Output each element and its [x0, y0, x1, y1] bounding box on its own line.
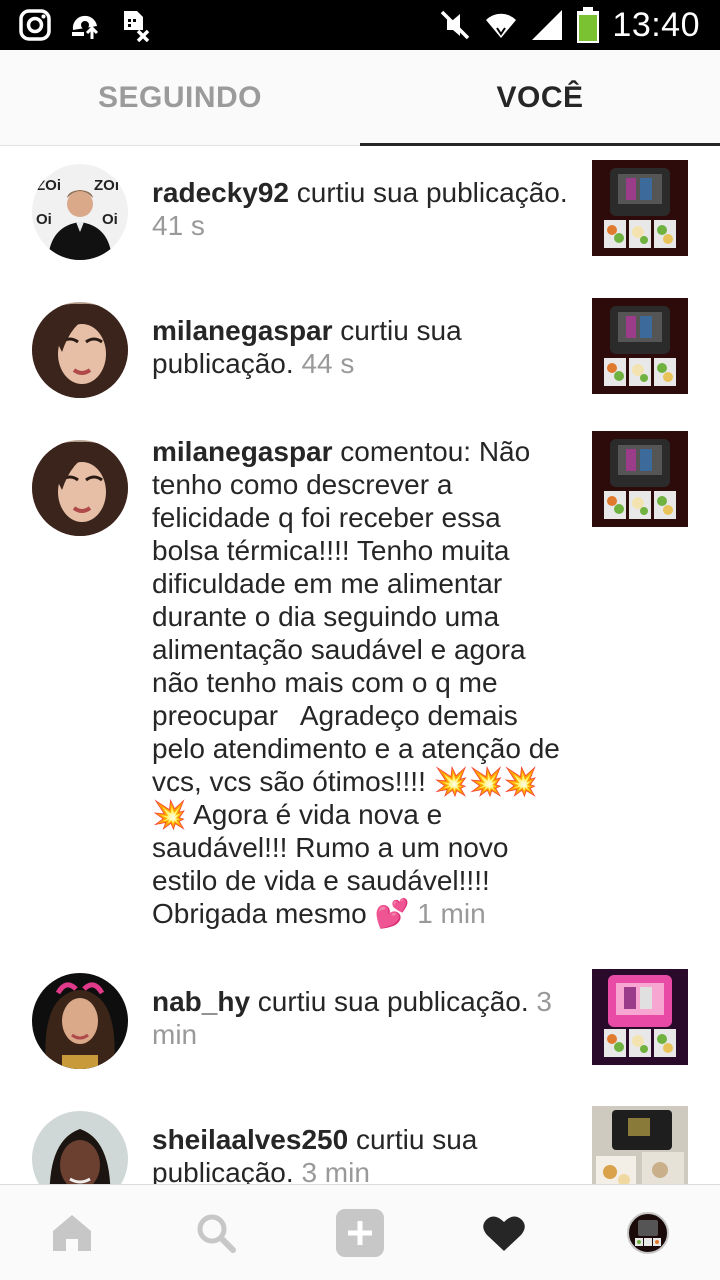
- active-tab-indicator: [360, 143, 720, 146]
- post-thumbnail[interactable]: [592, 1106, 688, 1184]
- activity-text: radecky92 curtiu sua publicação. 41 s: [152, 176, 572, 242]
- username[interactable]: milanegaspar: [152, 436, 333, 467]
- clock: 13:40: [612, 5, 700, 44]
- svg-text:ZOi: ZOi: [36, 177, 61, 194]
- activity-action: curtiu sua publicação.: [250, 986, 537, 1017]
- sim-off-icon: [124, 11, 150, 42]
- activity-tabs: SEGUINDO VOCÊ: [0, 50, 720, 146]
- status-bar: 13:40: [0, 0, 720, 50]
- nav-new-post-button[interactable]: [288, 1185, 432, 1280]
- svg-text:ZOi: ZOi: [94, 177, 119, 194]
- timestamp: 44 s: [301, 348, 355, 379]
- profile-icon: [627, 1212, 669, 1254]
- username[interactable]: radecky92: [152, 177, 289, 208]
- timestamp: 1 min: [417, 898, 486, 929]
- wifi-icon: [486, 13, 517, 38]
- tab-following[interactable]: SEGUINDO: [0, 50, 360, 146]
- post-thumbnail[interactable]: [592, 969, 688, 1065]
- avatar[interactable]: [32, 302, 128, 398]
- battery-icon: [577, 7, 600, 43]
- mute-icon: [441, 10, 470, 40]
- nav-search-button[interactable]: [144, 1185, 288, 1280]
- svg-text:Oi: Oi: [36, 211, 52, 228]
- signal-icon: [532, 10, 563, 40]
- activity-text: milanegaspar curtiu sua publicação. 44 s: [152, 314, 572, 380]
- nav-home-button[interactable]: [0, 1185, 144, 1280]
- search-icon: [197, 1214, 236, 1253]
- svg-text:Oi: Oi: [102, 211, 118, 228]
- tab-you[interactable]: VOCÊ: [360, 50, 720, 146]
- activity-text: sheilaalves250 curtiu sua publicação. 3 …: [152, 1123, 572, 1184]
- home-icon: [53, 1215, 91, 1251]
- add-post-icon: [336, 1209, 384, 1257]
- activity-feed[interactable]: ZOi ZOi Oi Oi radecky92 curtiu sua publi…: [0, 147, 720, 1184]
- activity-text: nab_hy curtiu sua publicação. 3 min: [152, 985, 572, 1051]
- username[interactable]: sheilaalves250: [152, 1124, 348, 1155]
- post-thumbnail[interactable]: [592, 298, 688, 394]
- avatar[interactable]: ZOi ZOi Oi Oi: [32, 164, 128, 260]
- upload-icon: [72, 15, 99, 39]
- avatar[interactable]: [32, 973, 128, 1069]
- username[interactable]: milanegaspar: [152, 315, 333, 346]
- avatar[interactable]: [32, 1111, 128, 1184]
- avatar[interactable]: [32, 440, 128, 536]
- timestamp: 41 s: [152, 210, 205, 241]
- activity-action: curtiu sua publicação.: [289, 177, 568, 208]
- nav-profile-button[interactable]: [576, 1185, 720, 1280]
- comment-text: comentou: Não tenho como descrever a fel…: [152, 436, 560, 929]
- activity-text: milanegaspar comentou: Não tenho como de…: [152, 435, 572, 930]
- timestamp: 3 min: [301, 1157, 370, 1184]
- instagram-icon: [19, 9, 51, 41]
- activity-heart-icon: [483, 1216, 525, 1251]
- bottom-navigation: [0, 1184, 720, 1280]
- username[interactable]: nab_hy: [152, 986, 250, 1017]
- post-thumbnail[interactable]: [592, 160, 688, 256]
- post-thumbnail[interactable]: [592, 431, 688, 527]
- nav-activity-button[interactable]: [432, 1185, 576, 1280]
